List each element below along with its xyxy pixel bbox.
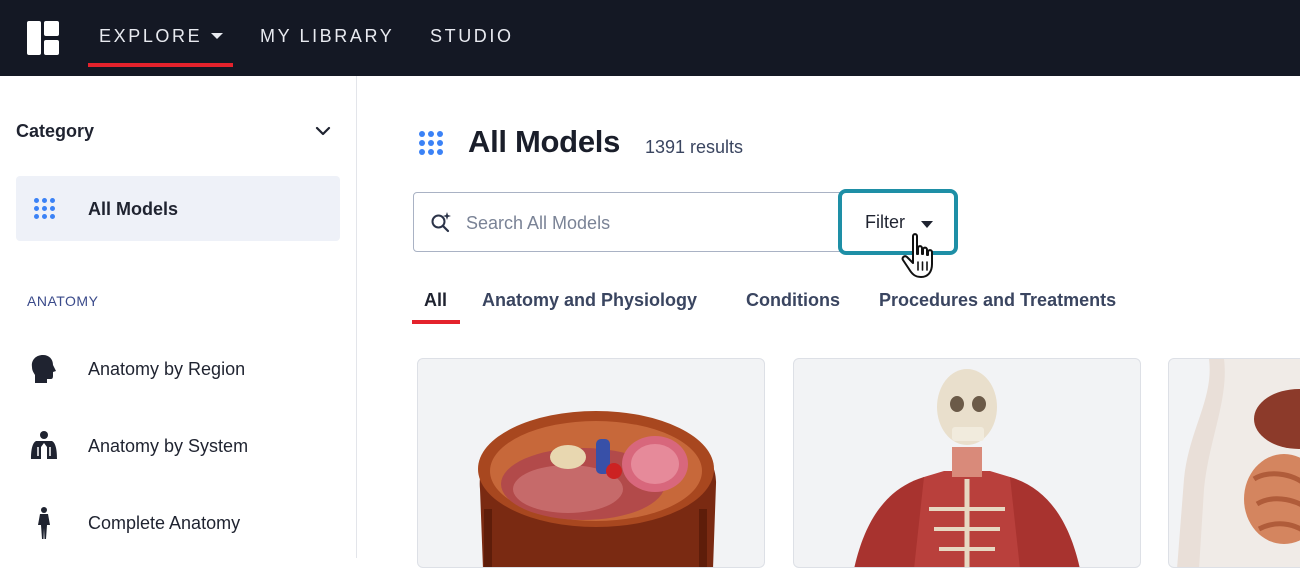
sidebar-item-complete-anatomy[interactable]: Complete Anatomy	[0, 498, 357, 548]
search-input[interactable]	[466, 203, 826, 243]
human-figure-icon	[38, 507, 50, 539]
model-card[interactable]	[793, 358, 1141, 568]
nav-explore[interactable]: EXPLORE	[99, 26, 224, 47]
nav-explore-label: EXPLORE	[99, 26, 203, 46]
top-nav: EXPLORE MY LIBRARY STUDIO	[0, 0, 1300, 76]
sidebar-item-label: Anatomy by System	[88, 436, 249, 456]
grid-dots-icon	[34, 198, 55, 219]
digestive-organs-model	[1177, 359, 1300, 567]
head-silhouette-icon	[31, 355, 56, 383]
results-count: 1391 results	[645, 137, 744, 157]
sidebar-item-anatomy-by-region[interactable]: Anatomy by Region	[0, 344, 357, 394]
sidebar-item-anatomy-by-system[interactable]: Anatomy by System	[0, 421, 357, 471]
nav-active-indicator	[88, 63, 233, 67]
hand-pointer-cursor-icon	[901, 233, 933, 278]
brand-logo-icon[interactable]	[27, 21, 59, 55]
tab-procedures-and-treatments[interactable]: Procedures and Treatments	[879, 290, 1116, 311]
sidebar-item-label: Complete Anatomy	[88, 513, 241, 533]
sidebar-item-label: Anatomy by Region	[88, 359, 246, 379]
filter-label: Filter	[865, 212, 905, 232]
tab-anatomy-and-physiology[interactable]: Anatomy and Physiology	[482, 290, 697, 311]
tab-conditions[interactable]: Conditions	[746, 290, 840, 311]
tab-all[interactable]: All	[424, 290, 447, 311]
search-sparkle-icon	[431, 212, 451, 233]
grid-dots-icon	[419, 131, 443, 155]
chevron-down-icon[interactable]	[314, 122, 332, 140]
page-title: All Models	[468, 124, 621, 159]
muscular-skeleton-torso-model	[854, 369, 1080, 567]
caret-down-icon	[921, 221, 933, 228]
caret-down-icon	[211, 33, 224, 39]
nav-my-library[interactable]: MY LIBRARY	[260, 26, 394, 47]
lungs-body-icon	[31, 431, 57, 459]
nav-studio[interactable]: STUDIO	[430, 26, 514, 47]
model-card[interactable]	[1168, 358, 1300, 568]
category-heading[interactable]: Category	[16, 121, 94, 142]
model-card[interactable]	[417, 358, 765, 568]
sidebar-item-label: All Models	[88, 199, 179, 219]
sidebar-item-all-models[interactable]: All Models	[16, 176, 340, 241]
section-heading-anatomy: ANATOMY	[27, 293, 99, 309]
sidebar: Category All Models ANATOMY Anatomy by R…	[0, 76, 357, 558]
abdomen-cross-section-model	[478, 411, 717, 567]
tab-active-indicator	[412, 320, 460, 324]
